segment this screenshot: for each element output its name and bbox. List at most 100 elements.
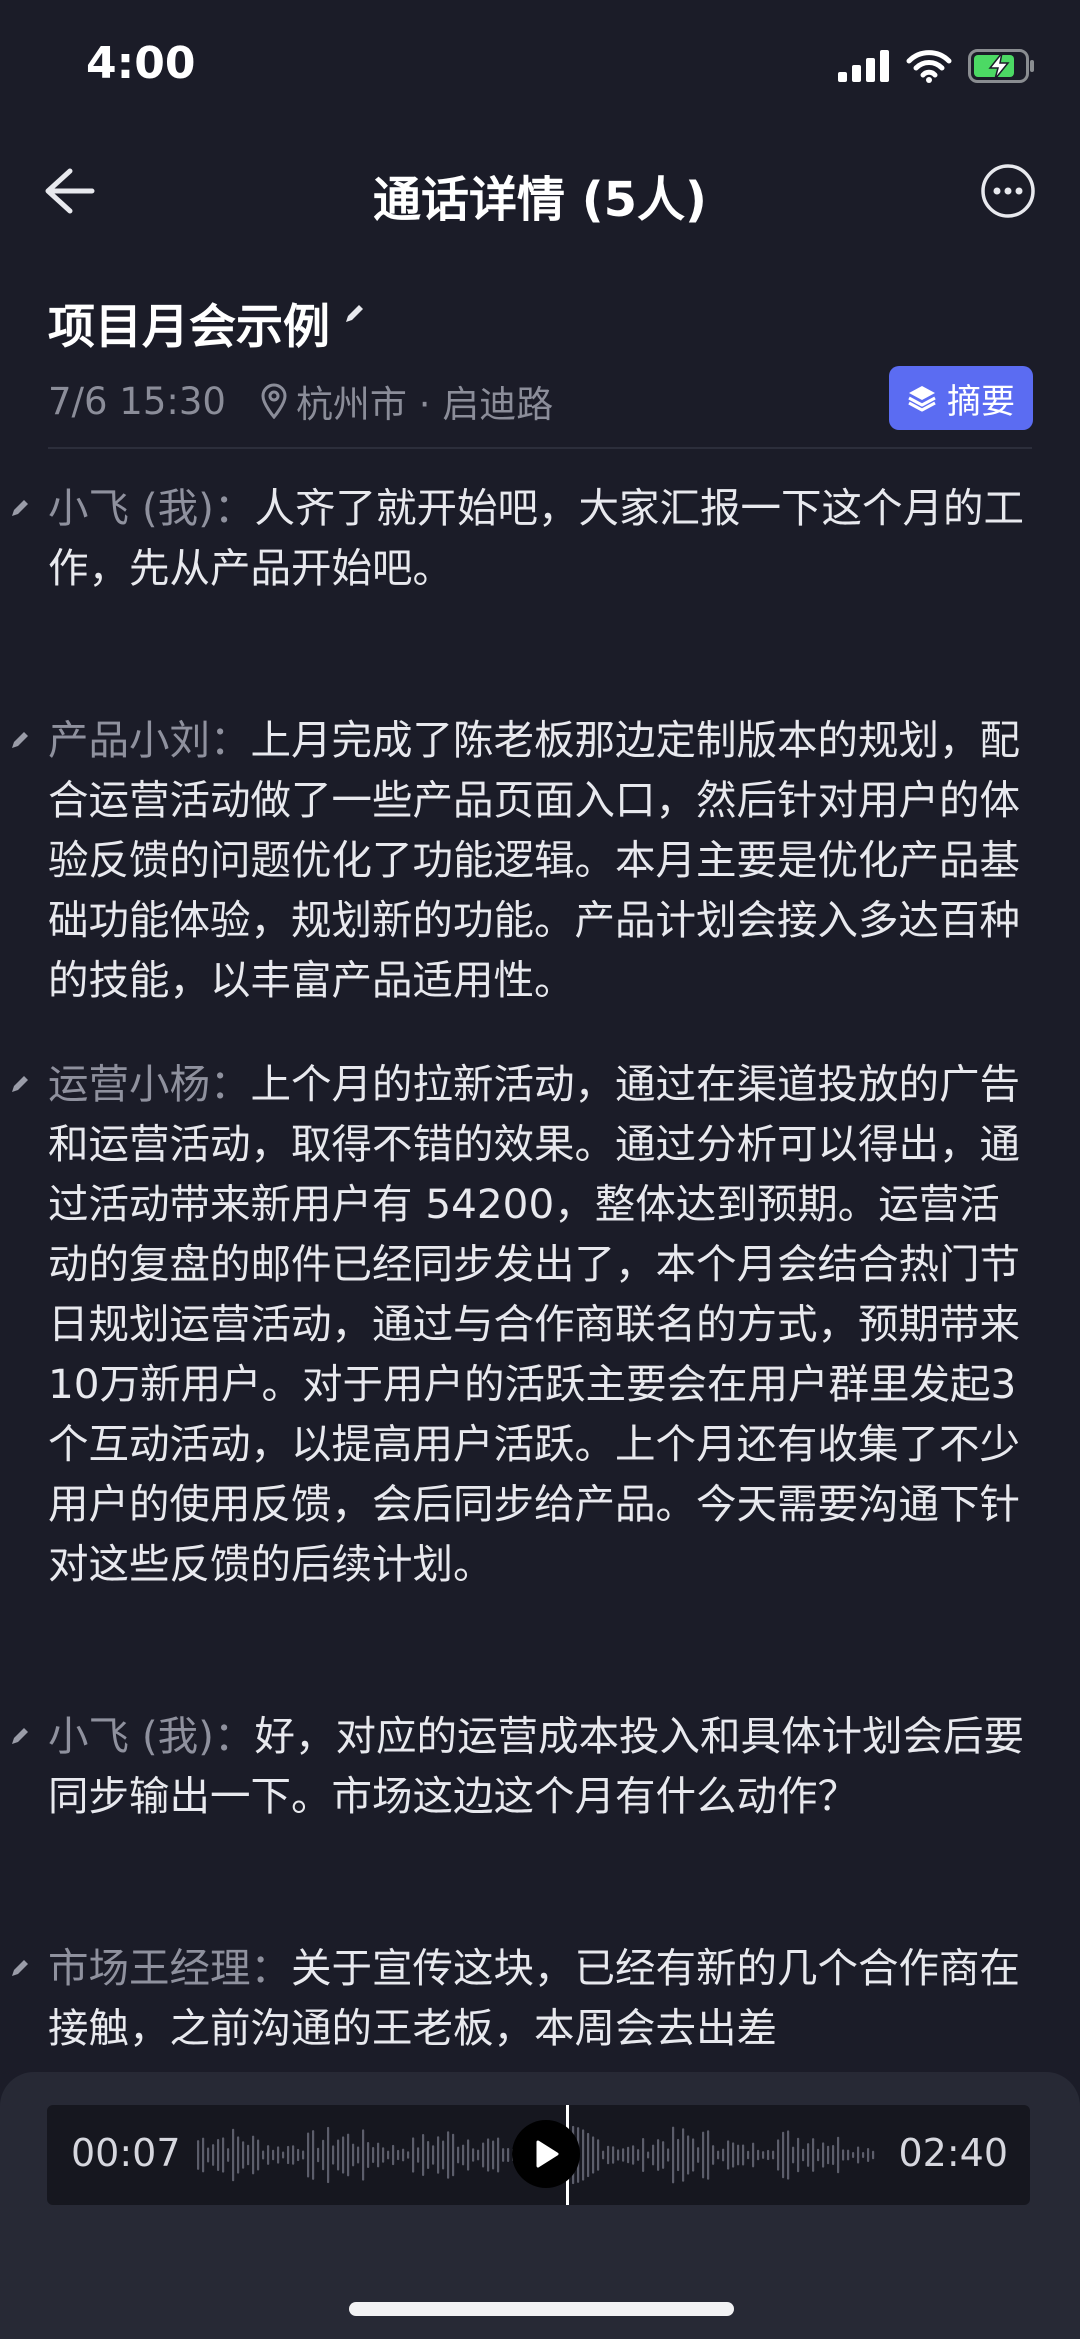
waveform-bar xyxy=(287,2145,290,2165)
waveform-bar xyxy=(332,2145,335,2165)
waveform-bar xyxy=(677,2138,680,2172)
speaker-name: 市场王经理： xyxy=(48,1944,291,1992)
waveform-bar xyxy=(422,2134,425,2176)
speaker-name: 小飞 (我)： xyxy=(48,1712,255,1760)
waveform-bar xyxy=(307,2132,310,2178)
edit-icon[interactable] xyxy=(10,1956,32,1978)
waveform-bar xyxy=(402,2148,405,2162)
waveform-bar xyxy=(412,2137,415,2173)
transcript-item[interactable]: 运营小杨：上个月的拉新活动，通过在渠道投放的广告和运营活动，取得不错的效果。通过… xyxy=(0,1054,1080,1594)
waveform-bar xyxy=(452,2133,455,2177)
waveform-bar xyxy=(617,2149,620,2161)
play-icon xyxy=(536,2140,559,2168)
waveform-bar xyxy=(767,2149,770,2161)
waveform-bar xyxy=(342,2136,345,2174)
status-time: 4:00 xyxy=(86,38,196,89)
waveform-bar xyxy=(267,2145,270,2165)
waveform-bar xyxy=(707,2130,710,2180)
waveform-bar xyxy=(872,2150,875,2160)
waveform-bar xyxy=(637,2149,640,2161)
more-options-button[interactable] xyxy=(980,163,1036,219)
waveform-bar xyxy=(337,2139,340,2171)
waveform-bar xyxy=(217,2138,220,2172)
waveform-bar xyxy=(702,2131,705,2179)
waveform-bar xyxy=(202,2137,205,2173)
location-pin-icon xyxy=(261,383,287,419)
call-title-text: 项目月会示例 xyxy=(48,300,330,355)
more-icon xyxy=(981,164,1035,218)
waveform-bar xyxy=(842,2149,845,2161)
waveform-bar xyxy=(257,2139,260,2171)
wifi-icon xyxy=(906,50,952,83)
waveform-bar xyxy=(252,2135,255,2175)
audio-player[interactable]: 00:07 02:40 xyxy=(47,2105,1030,2205)
waveform-bar xyxy=(712,2145,715,2165)
waveform-bar xyxy=(387,2150,390,2160)
transcript-item[interactable]: 产品小刘：上月完成了陈老板那边定制版本的规划，配合运营活动做了一些产品页面入口，… xyxy=(0,710,1080,1010)
waveform-bar xyxy=(722,2148,725,2162)
battery-charging-icon xyxy=(968,49,1034,83)
waveform-bar xyxy=(867,2148,870,2162)
waveform-bar xyxy=(462,2144,465,2166)
waveform-bar xyxy=(597,2139,600,2171)
waveform-bar xyxy=(822,2142,825,2168)
play-button[interactable] xyxy=(512,2120,580,2188)
waveform-bar xyxy=(857,2146,860,2164)
waveform-bar xyxy=(197,2140,200,2170)
waveform-bar xyxy=(282,2151,285,2159)
waveform-bar xyxy=(632,2145,635,2165)
waveform-bar xyxy=(497,2137,500,2173)
waveform-bar xyxy=(787,2130,790,2180)
waveform-bar xyxy=(477,2149,480,2161)
header-divider xyxy=(48,447,1032,449)
waveform-bar xyxy=(377,2142,380,2168)
waveform-bar xyxy=(687,2135,690,2175)
waveform-bar xyxy=(322,2139,325,2171)
waveform-bar xyxy=(587,2132,590,2178)
waveform-bar xyxy=(242,2141,245,2169)
waveform-bar xyxy=(352,2143,355,2167)
summary-button[interactable]: 摘要 xyxy=(889,366,1033,430)
waveform-bar xyxy=(777,2139,780,2171)
transcript-item[interactable]: 小飞 (我)：好，对应的运营成本投入和具体计划会后要同步输出一下。市场这边这个月… xyxy=(0,1706,1080,1826)
waveform-bar xyxy=(732,2142,735,2168)
total-time: 02:40 xyxy=(898,2131,1008,2175)
waveform-bar xyxy=(607,2145,610,2165)
waveform-bar xyxy=(272,2149,275,2161)
waveform-bar xyxy=(592,2136,595,2174)
transcript-item[interactable]: 市场王经理：关于宣传这块，已经有新的几个合作商在接触，之前沟通的王老板，本周会去… xyxy=(0,1938,1080,2051)
call-title[interactable]: 项目月会示例 xyxy=(48,288,366,357)
transcript-list[interactable]: 小飞 (我)：人齐了就开始吧，大家汇报一下这个月的工作，先从产品开始吧。 产品小… xyxy=(0,478,1080,2051)
waveform-bar xyxy=(417,2147,420,2163)
waveform-bar xyxy=(697,2147,700,2163)
page-title: 通话详情 (5人) xyxy=(373,172,707,228)
waveform-bar xyxy=(747,2150,750,2160)
edit-icon[interactable] xyxy=(10,1724,32,1746)
waveform-bar xyxy=(457,2146,460,2164)
waveform-bar xyxy=(672,2126,675,2184)
waveform-bar xyxy=(797,2137,800,2173)
edit-icon[interactable] xyxy=(10,496,32,518)
speaker-name: 产品小刘： xyxy=(48,716,251,764)
waveform-bar xyxy=(467,2139,470,2171)
waveform-bar xyxy=(602,2150,605,2160)
waveform-bar xyxy=(227,2148,230,2162)
home-indicator[interactable] xyxy=(349,2302,734,2316)
waveform-bar xyxy=(622,2148,625,2162)
waveform-bar xyxy=(362,2129,365,2181)
edit-icon[interactable] xyxy=(10,728,32,750)
edit-title-icon[interactable] xyxy=(342,302,366,326)
waveform-bar xyxy=(582,2129,585,2181)
waveform-bar xyxy=(807,2143,810,2167)
edit-icon[interactable] xyxy=(10,1072,32,1094)
transcript-item[interactable]: 小飞 (我)：人齐了就开始吧，大家汇报一下这个月的工作，先从产品开始吧。 xyxy=(0,478,1080,598)
waveform-bar xyxy=(862,2152,865,2158)
waveform-bar xyxy=(407,2151,410,2159)
waveform-bar xyxy=(737,2144,740,2166)
waveform-bar xyxy=(372,2147,375,2163)
waveform-bar xyxy=(852,2152,855,2158)
waveform-bar xyxy=(627,2146,630,2164)
waveform-bar xyxy=(367,2142,370,2168)
waveform-bar xyxy=(717,2150,720,2160)
speaker-name: 运营小杨： xyxy=(48,1060,251,1108)
